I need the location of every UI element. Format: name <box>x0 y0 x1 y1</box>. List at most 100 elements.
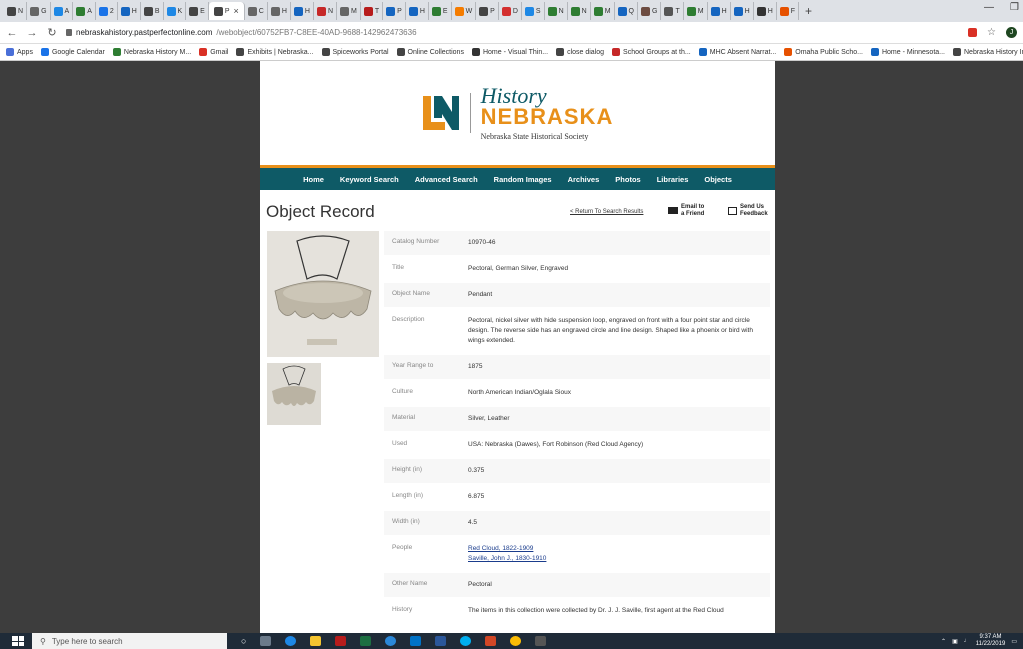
bookmark-item[interactable]: Apps <box>6 48 33 56</box>
star-icon[interactable]: ☆ <box>987 27 996 38</box>
browser-tab[interactable]: H <box>291 2 314 20</box>
notifications-icon[interactable]: ▭ <box>1011 638 1017 645</box>
field-value: Silver, Leather <box>468 415 510 422</box>
browser-tab[interactable]: W <box>452 2 477 20</box>
reload-icon[interactable]: ↻ <box>46 26 58 39</box>
nav-link[interactable]: Libraries <box>657 175 689 184</box>
chrome-icon[interactable] <box>510 636 522 646</box>
bookmark-item[interactable]: Nebraska History M... <box>112 48 191 56</box>
history-nebraska-logo-icon[interactable] <box>422 94 460 132</box>
person-link[interactable]: Red Cloud, 1822-1909 <box>468 544 762 554</box>
browser-tab[interactable]: N <box>568 2 591 20</box>
minimize-button[interactable]: — <box>984 2 994 13</box>
tab-favicon-icon <box>7 6 16 16</box>
edge-icon[interactable] <box>285 636 297 646</box>
browser-tab[interactable]: H <box>118 2 141 20</box>
browser-tab[interactable]: P <box>383 2 406 20</box>
browser-tab[interactable]: H <box>708 2 731 20</box>
browser-tab[interactable]: A <box>73 2 96 20</box>
bookmark-item[interactable]: Spiceworks Portal <box>321 48 389 56</box>
task-view-icon[interactable] <box>260 636 272 646</box>
browser-tab[interactable]: P <box>476 2 499 20</box>
browser-tab[interactable]: T <box>661 2 684 20</box>
bookmark-item[interactable]: Exhibits | Nebraska... <box>236 48 314 56</box>
bookmark-item[interactable]: Online Collections <box>396 48 464 56</box>
restore-button[interactable]: ❐ <box>1010 2 1019 13</box>
browser-tab[interactable]: 2 <box>96 2 118 20</box>
browser-tab[interactable]: A <box>51 2 74 20</box>
return-to-search-link[interactable]: < Return To Search Results <box>570 209 643 215</box>
ie-icon[interactable] <box>385 636 397 646</box>
browser-tab[interactable]: H <box>731 2 754 20</box>
browser-tab[interactable]: D <box>499 2 522 20</box>
tab-label: P <box>224 7 230 15</box>
windows-start-icon[interactable] <box>12 636 24 646</box>
nav-link[interactable]: Archives <box>568 175 600 184</box>
browser-tab[interactable]: G <box>638 2 662 20</box>
network-icon[interactable]: ▣ <box>952 638 958 645</box>
close-tab-icon[interactable]: × <box>234 6 239 16</box>
browser-tab[interactable]: B <box>141 2 164 20</box>
browser-tab[interactable]: C <box>245 2 268 20</box>
browser-tab[interactable]: H <box>406 2 429 20</box>
taskbar-search[interactable]: ⚲ Type here to search <box>32 633 227 649</box>
browser-tab[interactable]: H <box>754 2 777 20</box>
browser-tab[interactable]: K <box>164 2 187 20</box>
object-main-image[interactable] <box>267 231 379 357</box>
nav-link[interactable]: Objects <box>704 175 732 184</box>
bookmark-item[interactable]: Google Calendar <box>40 48 105 56</box>
browser-tab[interactable]: T <box>361 2 384 20</box>
bookmark-item[interactable]: close dialog <box>556 48 604 56</box>
send-feedback-button[interactable]: Send Us Feedback <box>728 204 768 217</box>
photos-icon[interactable] <box>535 636 547 646</box>
browser-tab[interactable]: N <box>314 2 338 20</box>
profile-avatar[interactable]: J <box>1006 27 1017 38</box>
nav-link[interactable]: Advanced Search <box>415 175 478 184</box>
object-thumbnail-image[interactable] <box>267 363 321 425</box>
browser-tab[interactable]: E <box>186 2 209 20</box>
bookmark-item[interactable]: School Groups at th... <box>612 48 691 56</box>
address-bar[interactable]: nebraskahistory.pastperfectonline.com/we… <box>66 28 960 37</box>
new-tab-button[interactable]: + <box>799 4 818 18</box>
nav-link[interactable]: Random Images <box>494 175 552 184</box>
word-icon[interactable] <box>435 636 447 646</box>
bookmark-item[interactable]: Nebraska History In... <box>953 48 1023 56</box>
extension-icon[interactable] <box>968 28 978 37</box>
taskbar-clock[interactable]: 9:37 AM 11/22/2019 <box>976 634 1006 648</box>
bookmark-item[interactable]: MHC Absent Narrat... <box>698 48 776 56</box>
browser-tab[interactable]: M <box>337 2 361 20</box>
nav-link[interactable]: Home <box>303 175 324 184</box>
browser-tab[interactable]: N <box>4 2 28 20</box>
browser-tab[interactable]: H <box>268 2 291 20</box>
browser-tab[interactable]: Q <box>615 2 638 20</box>
browser-tab[interactable]: M <box>684 2 708 20</box>
field-label: Height (in) <box>392 466 422 473</box>
browser-tab[interactable]: M <box>591 2 615 20</box>
volume-icon[interactable]: ♩ <box>964 638 970 644</box>
file-explorer-icon[interactable] <box>310 636 322 646</box>
bookmark-item[interactable]: Gmail <box>199 48 228 56</box>
browser-tab[interactable]: G <box>27 2 51 20</box>
outlook-icon[interactable] <box>410 636 422 646</box>
cortana-icon[interactable]: ○ <box>241 636 246 646</box>
nav-link[interactable]: Photos <box>615 175 640 184</box>
skype-icon[interactable] <box>460 636 472 646</box>
person-link[interactable]: Saville, John J., 1830-1910 <box>468 554 762 564</box>
browser-tab[interactable]: E <box>429 2 452 20</box>
browser-tab[interactable]: N <box>545 2 568 20</box>
browser-tab[interactable]: P × <box>208 2 245 20</box>
tray-chevron-icon[interactable]: ⌃ <box>941 638 946 645</box>
forward-arrow-icon[interactable]: → <box>26 27 38 39</box>
back-arrow-icon[interactable]: ← <box>6 27 18 39</box>
bookmark-item[interactable]: Home - Visual Thin... <box>471 48 548 56</box>
excel-icon[interactable] <box>360 636 372 646</box>
bookmark-item[interactable]: Home - Minnesota... <box>870 48 945 56</box>
browser-tab[interactable]: F <box>777 2 800 20</box>
record-row: Title Pectoral, German Silver, Engraved <box>384 257 770 283</box>
browser-tab[interactable]: S <box>522 2 545 20</box>
powerpoint-icon[interactable] <box>485 636 497 646</box>
email-friend-button[interactable]: Email to a Friend <box>668 204 704 217</box>
nav-link[interactable]: Keyword Search <box>340 175 399 184</box>
bookmark-item[interactable]: Omaha Public Scho... <box>784 48 863 56</box>
access-icon[interactable] <box>335 636 347 646</box>
